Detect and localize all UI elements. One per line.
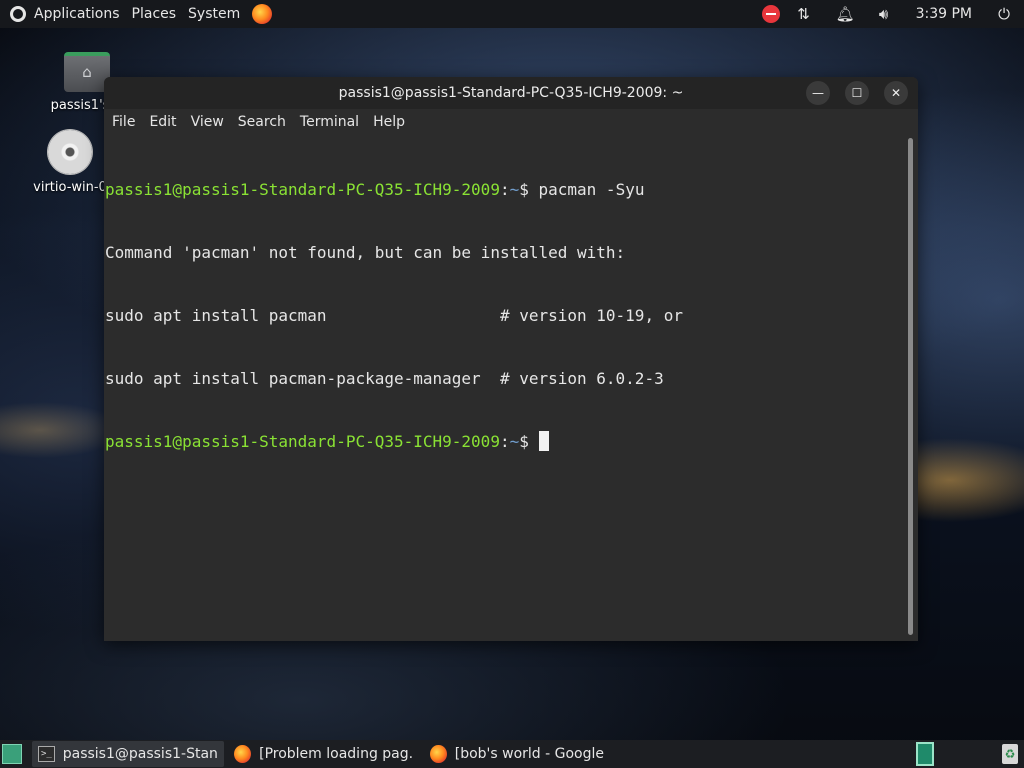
maximize-icon: ☐	[851, 86, 863, 100]
menu-view[interactable]: View	[185, 114, 230, 130]
terminal-scrollbar[interactable]	[908, 138, 913, 635]
taskbar-item-firefox-1[interactable]: [Problem loading pag...	[228, 741, 420, 767]
menu-help[interactable]: Help	[367, 114, 411, 130]
applications-menu[interactable]: Applications	[28, 0, 126, 28]
workspace-switcher-icon[interactable]	[916, 742, 934, 766]
taskbar-item-label: [Problem loading pag...	[259, 746, 414, 762]
terminal-line: passis1@passis1-Standard-PC-Q35-ICH9-200…	[105, 431, 918, 452]
firefox-launcher-icon[interactable]	[252, 4, 273, 24]
terminal-icon: >_	[38, 746, 55, 762]
firefox-icon	[430, 745, 447, 763]
terminal-line: passis1@passis1-Standard-PC-Q35-ICH9-200…	[105, 180, 645, 199]
taskbar-item-label: passis1@passis1-Stan...	[62, 746, 218, 762]
prompt-user: passis1@passis1-Standard-PC-Q35-ICH9-200…	[105, 432, 500, 451]
terminal-window: passis1@passis1-Standard-PC-Q35-ICH9-200…	[104, 77, 918, 641]
top-panel: Applications Places System ⇅ 🔔︎ 🔊︎ 3:39 …	[0, 0, 1024, 28]
clock[interactable]: 3:39 PM	[916, 6, 972, 22]
taskbar-item-label: [bob's world - Google ...	[454, 746, 610, 762]
desktop-icon-label: virtio-win-0	[33, 180, 107, 195]
desktop-icon-virtio[interactable]: virtio-win-0	[32, 130, 108, 195]
firefox-icon	[234, 745, 252, 763]
system-menu[interactable]: System	[182, 0, 246, 28]
places-menu[interactable]: Places	[126, 0, 183, 28]
minimize-button[interactable]: —	[806, 81, 830, 105]
no-entry-icon[interactable]	[761, 5, 780, 23]
bell-icon[interactable]: 🔔︎	[836, 5, 855, 23]
prompt-path: ~	[509, 180, 520, 199]
taskbar-item-terminal[interactable]: >_ passis1@passis1-Stan...	[32, 741, 224, 767]
trash-icon[interactable]: ♻	[1002, 744, 1018, 764]
command-text: pacman -Syu	[538, 180, 645, 199]
window-title: passis1@passis1-Standard-PC-Q35-ICH9-200…	[338, 85, 684, 101]
volume-icon[interactable]: 🔊︎	[876, 5, 892, 23]
text-cursor	[538, 431, 549, 451]
close-icon: ✕	[890, 86, 902, 100]
show-desktop-icon[interactable]	[2, 744, 22, 764]
bottom-panel: >_ passis1@passis1-Stan... [Problem load…	[0, 740, 1024, 768]
disc-icon	[48, 130, 92, 174]
minimize-icon: —	[812, 86, 824, 100]
menu-terminal[interactable]: Terminal	[294, 114, 365, 130]
network-icon[interactable]: ⇅	[796, 5, 812, 23]
menu-search[interactable]: Search	[232, 114, 292, 130]
terminal-line: sudo apt install pacman-package-manager …	[105, 369, 664, 388]
window-titlebar[interactable]: passis1@passis1-Standard-PC-Q35-ICH9-200…	[104, 77, 918, 109]
terminal-line: Command 'pacman' not found, but can be i…	[105, 243, 626, 262]
maximize-button[interactable]: ☐	[845, 81, 869, 105]
terminal-menubar: File Edit View Search Terminal Help	[104, 109, 918, 135]
power-icon[interactable]: ⏻	[996, 5, 1012, 23]
close-button[interactable]: ✕	[884, 81, 908, 105]
menu-file[interactable]: File	[106, 114, 141, 130]
prompt-user: passis1@passis1-Standard-PC-Q35-ICH9-200…	[105, 180, 500, 199]
terminal-output[interactable]: passis1@passis1-Standard-PC-Q35-ICH9-200…	[104, 135, 918, 494]
taskbar-item-firefox-2[interactable]: [bob's world - Google ...	[424, 741, 616, 767]
ubuntu-logo-icon[interactable]	[10, 6, 26, 22]
menu-edit[interactable]: Edit	[143, 114, 182, 130]
terminal-line: sudo apt install pacman # version 10-19,…	[105, 306, 683, 325]
prompt-path: ~	[509, 432, 520, 451]
